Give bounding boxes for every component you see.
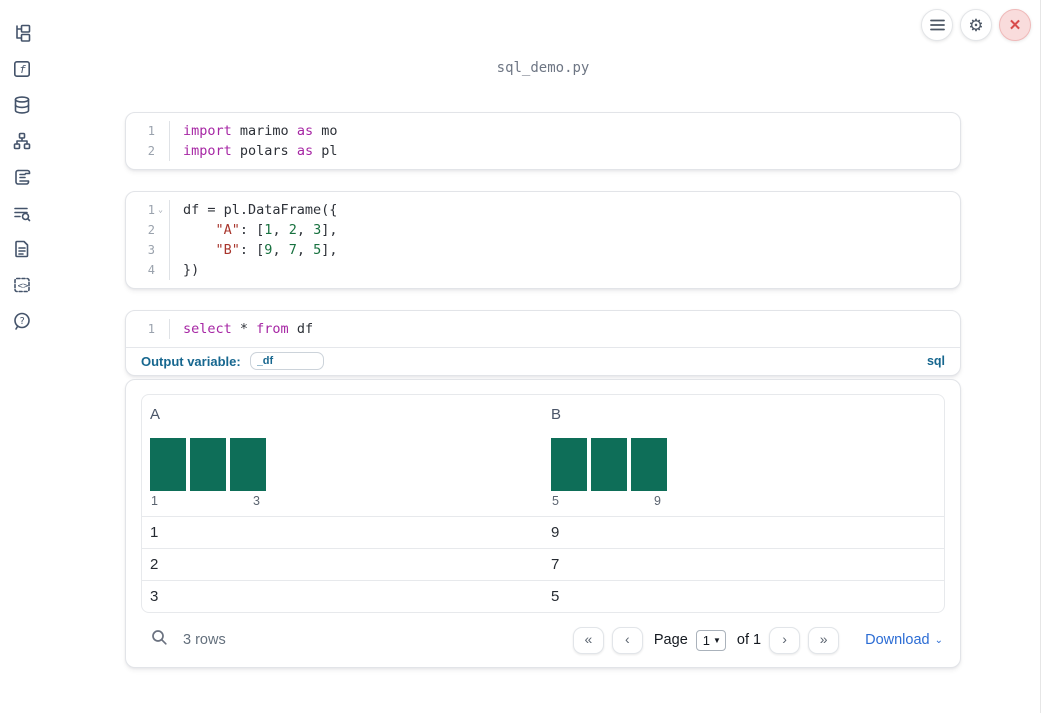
- histogram-min-label: 5: [552, 494, 559, 508]
- histogram-bar: [190, 438, 226, 491]
- close-icon: ✕: [1008, 16, 1022, 34]
- svg-text:<>: <>: [18, 282, 29, 292]
- table-footer: 3 rows « ‹ Page 1 ▼ of 1 › » Download ⌄: [141, 622, 945, 658]
- page-select[interactable]: 1 ▼: [695, 629, 726, 651]
- histogram-min-label: 1: [151, 494, 158, 508]
- histogram-labels: 13: [150, 494, 268, 510]
- table-cell: 7: [551, 556, 560, 573]
- last-page-button[interactable]: »: [808, 626, 840, 654]
- code-line: 1 select * from df: [126, 319, 960, 339]
- line-gutter: 1 ⌄: [126, 200, 170, 220]
- code-text: import marimo as mo: [183, 123, 338, 139]
- output-variable-label: Output variable:: [141, 353, 241, 369]
- code-cell-dataframe: 1 ⌄ df = pl.DataFrame({2 "A": [1, 2, 3], 3 …: [125, 191, 961, 289]
- table-cell: 3: [150, 588, 159, 605]
- column-header[interactable]: A13: [142, 395, 543, 516]
- code-text: "B": [9, 7, 5],: [215, 242, 338, 258]
- sql-output-cell: A13B59 192735 3 rows « ‹ Page 1 ▼ of 1 ›…: [125, 379, 961, 668]
- code-line: 1 import marimo as mo: [126, 121, 960, 141]
- line-gutter: 1: [126, 319, 170, 339]
- dataframe-table: A13B59 192735: [141, 394, 945, 613]
- line-gutter: 2: [126, 220, 170, 240]
- table-cell: 2: [150, 556, 159, 573]
- dependency-graph-icon[interactable]: [10, 131, 34, 151]
- column-header[interactable]: B59: [543, 395, 944, 516]
- code-line: 2 import polars as pl: [126, 141, 960, 161]
- line-gutter: 1: [126, 121, 170, 141]
- column-histogram: [551, 438, 936, 491]
- histogram-bar: [150, 438, 186, 491]
- next-page-button[interactable]: ›: [769, 626, 801, 654]
- close-button[interactable]: ✕: [999, 9, 1031, 41]
- previous-page-button[interactable]: ‹: [611, 626, 643, 654]
- logs-scroll-icon[interactable]: [10, 167, 34, 187]
- page-of-label: of 1: [736, 632, 762, 648]
- column-name: B: [551, 406, 562, 423]
- sql-cell-footer: Output variable: sql: [126, 347, 960, 375]
- pagination: « ‹ Page 1 ▼ of 1 › » Download ⌄: [572, 626, 943, 654]
- download-label: Download: [865, 632, 930, 648]
- notebook-main: sql_demo.py 1 import marimo as mo 2 import …: [125, 0, 961, 668]
- output-variable-input[interactable]: [249, 352, 324, 370]
- database-icon[interactable]: [10, 95, 34, 115]
- table-row: 19: [142, 516, 944, 548]
- histogram-bar: [591, 438, 627, 491]
- notebook-filename: sql_demo.py: [496, 60, 590, 76]
- chevron-down-icon: ▼: [713, 635, 721, 645]
- line-gutter: 3: [126, 240, 170, 260]
- table-row: 35: [142, 580, 944, 612]
- search-list-icon[interactable]: [10, 203, 34, 223]
- download-button[interactable]: Download ⌄: [865, 632, 943, 648]
- column-histogram: [150, 438, 535, 491]
- fold-chevron-icon[interactable]: ⌄: [155, 200, 166, 220]
- search-icon[interactable]: [151, 629, 168, 651]
- code-line: 3 "B": [9, 7, 5],: [126, 240, 960, 260]
- svg-text:f: f: [19, 63, 26, 76]
- snippets-icon[interactable]: <>: [10, 275, 34, 295]
- code-text: df = pl.DataFrame({: [183, 202, 338, 218]
- code-text: "A": [1, 2, 3],: [215, 222, 338, 238]
- line-gutter: 2: [126, 141, 170, 161]
- gear-icon: ⚙: [968, 15, 984, 35]
- help-icon[interactable]: ?: [10, 311, 34, 331]
- page-label: Page: [653, 632, 688, 648]
- table-row: 27: [142, 548, 944, 580]
- code-text: select * from df: [183, 321, 314, 337]
- page-select-value: 1: [702, 632, 710, 648]
- sql-editor[interactable]: 1 select * from df: [126, 311, 960, 347]
- line-gutter: 4: [126, 260, 170, 280]
- window-edge-divider: [1040, 0, 1041, 713]
- histogram-max-label: 3: [253, 494, 260, 508]
- histogram-bar: [551, 438, 587, 491]
- histogram-max-label: 9: [654, 494, 661, 508]
- table-cell: 9: [551, 524, 560, 541]
- row-count: 3 rows: [183, 632, 226, 648]
- histogram-labels: 59: [551, 494, 669, 510]
- histogram-bar: [230, 438, 266, 491]
- svg-text:?: ?: [19, 316, 25, 327]
- code-line: 4}): [126, 260, 960, 280]
- helper-panel-sidebar: f <> ?: [0, 0, 44, 713]
- document-icon[interactable]: [10, 239, 34, 259]
- functions-icon[interactable]: f: [10, 59, 34, 79]
- code-text: import polars as pl: [183, 143, 338, 159]
- code-line: 1 ⌄ df = pl.DataFrame({: [126, 200, 960, 220]
- histogram-bar: [631, 438, 667, 491]
- chevron-down-icon: ⌄: [934, 634, 943, 646]
- table-cell: 5: [551, 588, 560, 605]
- code-line: 2 "A": [1, 2, 3],: [126, 220, 960, 240]
- code-cell-imports: 1 import marimo as mo 2 import polars as pl: [125, 112, 961, 170]
- table-header-row: A13B59: [142, 395, 944, 516]
- sql-cell: 1 select * from df Output variable: sql: [125, 310, 961, 376]
- column-name: A: [150, 406, 161, 423]
- first-page-button[interactable]: «: [572, 626, 604, 654]
- code-text: }): [183, 262, 200, 278]
- settings-button[interactable]: ⚙: [960, 9, 992, 41]
- code-editor[interactable]: 1 ⌄ df = pl.DataFrame({2 "A": [1, 2, 3], 3 …: [126, 192, 960, 288]
- table-cell: 1: [150, 524, 159, 541]
- language-badge[interactable]: sql: [927, 354, 945, 368]
- file-explorer-icon[interactable]: [10, 23, 34, 43]
- code-editor[interactable]: 1 import marimo as mo 2 import polars as pl: [126, 113, 960, 169]
- table-body: 192735: [142, 516, 944, 612]
